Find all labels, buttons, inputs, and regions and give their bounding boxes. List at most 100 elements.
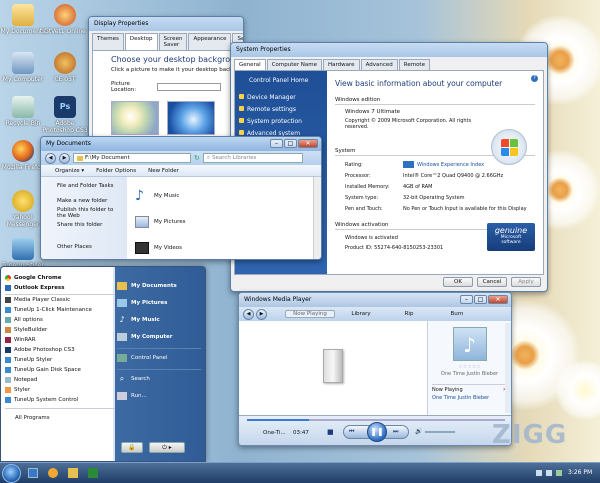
seek-bar[interactable] [247,419,505,421]
list-item[interactable]: My Pictures [135,209,313,235]
desktop-icon-my-documents[interactable]: My Documents [0,4,46,35]
wallpaper-thumb-flowers[interactable] [111,101,159,135]
tab-library[interactable]: Library [335,311,387,317]
picture-location-select[interactable] [156,83,221,91]
sidebar-link-remote-settings[interactable]: Remote settings [239,106,323,113]
taskbar-folder-icon[interactable] [68,468,78,478]
start-item-control-panel[interactable]: Control Panel [117,349,205,366]
back-button[interactable]: ◀ [243,308,254,320]
forward-button[interactable]: ▶ [59,152,70,164]
tab-now-playing[interactable]: Now Playing [285,310,335,318]
start-item-my-music[interactable]: ♪ My Music [117,311,205,328]
program-item[interactable]: All options [5,315,115,325]
tab-remote[interactable]: Remote [398,59,430,70]
list-item[interactable]: ♪ My Music [135,183,313,209]
apply-button[interactable]: Apply [511,277,541,287]
clock[interactable]: 3:26 PM [568,469,592,476]
now-playing-dropdown[interactable]: Now Playing [432,387,503,393]
start-item-my-documents[interactable]: My Documents [117,277,205,294]
maximize-button[interactable]: □ [284,139,297,148]
address-input[interactable]: F:\My Document [73,153,191,163]
volume-slider[interactable] [425,431,455,433]
tab-screen-saver[interactable]: Screen Saver [158,33,188,50]
title-bar[interactable]: Windows Media Player – □ ✕ [239,293,511,307]
wallpaper-thumb-windows[interactable] [167,101,215,135]
program-item[interactable]: Media Player Classic [5,295,115,305]
list-item[interactable]: My Videos [135,235,313,259]
lock-button[interactable]: 🔒 [121,442,143,453]
program-item[interactable]: Outlook Express [5,283,115,293]
cancel-button[interactable]: Cancel [477,277,507,287]
tray-icon[interactable] [556,470,562,476]
help-icon[interactable]: ? [531,75,538,82]
tab-computer-name[interactable]: Computer Name [266,59,323,70]
program-item[interactable]: Google Chrome [5,273,115,283]
title-bar[interactable]: Display Properties [89,17,243,31]
title-bar[interactable]: System Properties [231,43,547,57]
shutdown-button[interactable]: ⏻ ▸ [149,442,185,453]
desktop-icon-gtvet[interactable]: GtVet1 Online [42,4,88,35]
start-item-search[interactable]: ⌕ Search [117,370,205,387]
tab-appearance[interactable]: Appearance [188,33,232,50]
forward-button[interactable]: ▶ [256,308,267,320]
tab-general[interactable]: General [234,59,266,70]
task-share-folder[interactable]: Share this folder [57,222,127,228]
tab-advanced[interactable]: Advanced [360,59,398,70]
playlist-item[interactable]: One Time Justin Bieber [432,395,507,401]
start-button[interactable] [2,464,21,483]
desktop-icon-photoshop[interactable]: Ps Adobe Photoshop CS3 [42,96,88,134]
stop-button[interactable]: ■ [327,428,334,436]
ok-button[interactable]: OK [443,277,473,287]
sidebar-link-system-protection[interactable]: System protection [239,118,323,125]
taskbar-explorer-icon[interactable] [28,468,38,478]
all-programs-button[interactable]: All Programs [15,415,115,421]
tab-hardware[interactable]: Hardware [323,59,360,70]
desktop-icon-my-computer[interactable]: My Computer [0,52,46,83]
program-item[interactable]: Adobe Photoshop CS3 [5,345,115,355]
tab-themes[interactable]: Themes [92,33,124,50]
maximize-button[interactable]: □ [474,295,487,304]
taskbar-wmp-icon[interactable] [48,468,58,478]
play-pause-button[interactable]: ❚❚ [367,422,387,442]
start-item-run[interactable]: Run... [117,387,205,404]
task-new-folder[interactable]: Make a new folder [57,198,127,204]
start-item-my-pictures[interactable]: My Pictures [117,294,205,311]
title-bar[interactable]: My Documents – □ ✕ [41,137,321,151]
vertical-scrollbar[interactable] [313,177,321,259]
minimize-button[interactable]: – [460,295,473,304]
start-item-my-computer[interactable]: My Computer [117,328,205,345]
program-item[interactable]: StyleBuilder [5,325,115,335]
search-input[interactable]: ⌕ Search Libraries [202,153,303,163]
tray-icon[interactable] [546,470,552,476]
organize-button[interactable]: Organize ▾ [55,168,84,174]
minimize-button[interactable]: – [270,139,283,148]
folder-options-button[interactable]: Folder Options [96,168,136,174]
sidebar-link-device-manager[interactable]: Device Manager [239,94,323,101]
rating-stars[interactable]: ☆☆☆☆☆ [432,364,507,370]
next-button[interactable]: ⏭ [393,428,398,436]
desktop-icon-ce[interactable]: CE 03T [42,52,88,83]
vertical-scrollbar[interactable] [505,323,511,413]
task-publish-web[interactable]: Publish this folder to the Web [57,207,123,219]
tab-desktop[interactable]: Desktop [124,33,158,50]
program-item[interactable]: TuneUp Gain Disk Space [5,365,115,375]
close-button[interactable]: ✕ [298,139,318,148]
tab-rip[interactable]: Rip [387,311,431,317]
control-panel-home-link[interactable]: Control Panel Home [249,77,323,84]
volume-icon[interactable]: 🔊 [415,428,422,435]
tray-icon[interactable] [536,470,542,476]
program-item[interactable]: Styler [5,385,115,395]
program-item[interactable]: TuneUp System Control [5,395,115,405]
desktop-icon-recycle-bin[interactable]: Recycle Bin [0,96,46,127]
tab-burn[interactable]: Burn [431,311,483,317]
taskbar-app-icon[interactable] [88,468,98,478]
new-folder-button[interactable]: New Folder [148,168,179,174]
refresh-button[interactable]: ↻ [194,154,200,162]
previous-button[interactable]: ⏮ [349,428,354,436]
experience-index-link[interactable]: Windows Experience Index [417,162,484,168]
close-button[interactable]: ✕ [488,295,508,304]
program-item[interactable]: TuneUp 1-Click Maintenance [5,305,115,315]
program-item[interactable]: WinRAR [5,335,115,345]
program-item[interactable]: Notepad [5,375,115,385]
back-button[interactable]: ◀ [45,152,56,164]
